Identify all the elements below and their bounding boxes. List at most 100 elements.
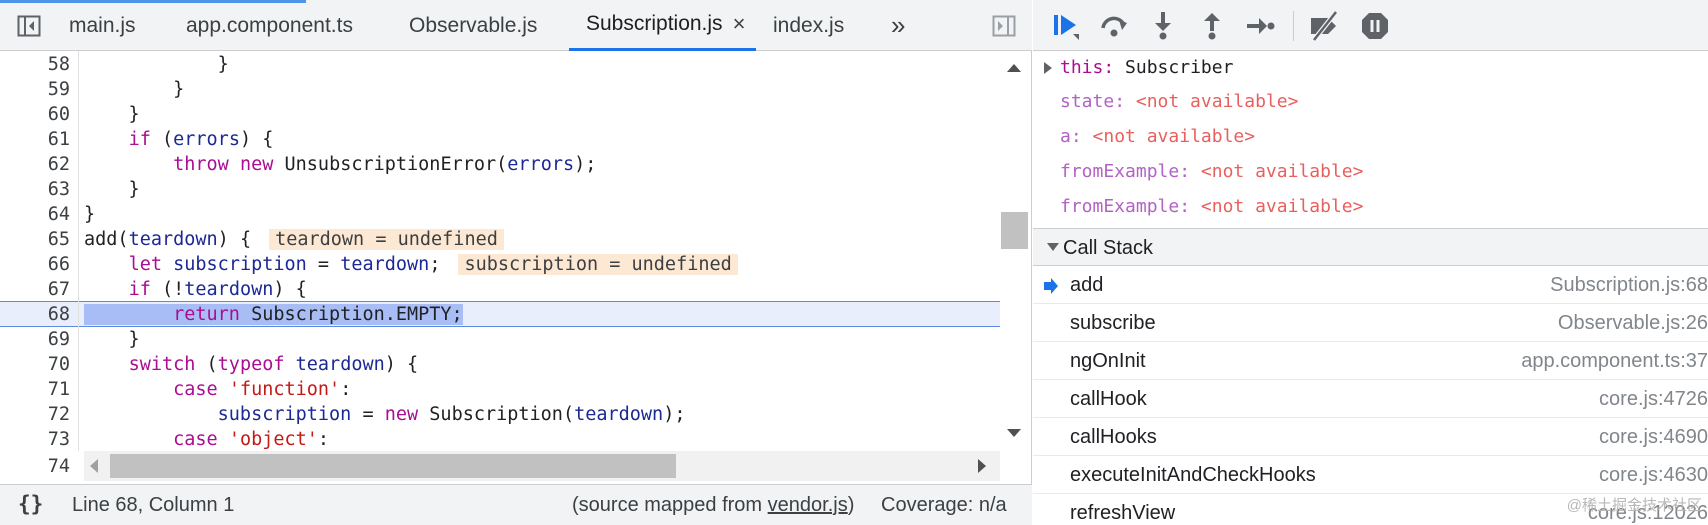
code-editor[interactable]: 58 } 59 } 60 } 61 if (errors) { 62 throw… xyxy=(0,51,1002,451)
scope-key: this xyxy=(1060,57,1104,78)
source-map-suffix: ) xyxy=(847,494,855,516)
code-line[interactable]: 67 if (!teardown) { xyxy=(0,277,1002,302)
horizontal-scrollbar[interactable] xyxy=(84,451,1000,481)
code-line[interactable]: 70 switch (typeof teardown) { xyxy=(0,352,1002,377)
code-text: throw new UnsubscriptionError(errors); xyxy=(173,154,597,175)
line-number[interactable]: 62 xyxy=(0,152,70,177)
call-frame[interactable]: subscribe Observable.js:26 xyxy=(1033,304,1708,342)
line-number[interactable]: 73 xyxy=(0,427,70,451)
scope-property-row[interactable]: fromExample: <not available> xyxy=(1060,190,1363,224)
frame-function: refreshView xyxy=(1070,502,1176,524)
source-map-prefix: (source mapped from xyxy=(572,494,768,516)
toggle-debugger-icon[interactable] xyxy=(987,9,1021,43)
call-stack-list: add Subscription.js:68 subscribe Observab… xyxy=(1033,266,1708,525)
line-number[interactable]: 60 xyxy=(0,102,70,127)
resume-icon[interactable] xyxy=(1049,8,1085,44)
step-over-icon[interactable] xyxy=(1096,8,1132,44)
scrollbar-thumb[interactable] xyxy=(110,454,676,478)
line-number[interactable]: 61 xyxy=(0,127,70,152)
code-text: } xyxy=(84,104,140,125)
code-line[interactable]: 74 xyxy=(0,452,84,482)
pause-on-exceptions-icon[interactable] xyxy=(1357,8,1393,44)
toggle-navigator-icon[interactable] xyxy=(12,9,46,43)
call-stack-title: Call Stack xyxy=(1063,237,1154,259)
line-number[interactable]: 68 xyxy=(0,302,70,327)
more-tabs-icon[interactable]: » xyxy=(891,0,905,51)
scope-key: fromExample xyxy=(1060,196,1180,217)
vertical-scrollbar[interactable] xyxy=(1000,51,1031,451)
scope-value: <not available> xyxy=(1135,91,1299,112)
code-line[interactable]: 61 if (errors) { xyxy=(0,127,1002,152)
code-line[interactable]: 58 } xyxy=(0,52,1002,77)
pretty-print-icon[interactable]: {} xyxy=(18,492,43,516)
tab-observable-js[interactable]: Observable.js xyxy=(409,0,537,51)
frame-location[interactable]: core.js:4690 xyxy=(1599,426,1708,449)
code-line[interactable]: 63 } xyxy=(0,177,1002,202)
code-line[interactable]: 62 throw new UnsubscriptionError(errors)… xyxy=(0,152,1002,177)
line-number[interactable]: 65 xyxy=(0,227,70,252)
code-text: switch (typeof teardown) { xyxy=(128,354,419,375)
call-frame[interactable]: callHook core.js:4726 xyxy=(1033,380,1708,418)
frame-location[interactable]: core.js:4630 xyxy=(1599,464,1708,487)
line-number[interactable]: 59 xyxy=(0,77,70,102)
deactivate-breakpoints-icon[interactable] xyxy=(1307,8,1343,44)
collapse-triangle-icon[interactable] xyxy=(1047,243,1059,251)
line-number[interactable]: 70 xyxy=(0,352,70,377)
line-number[interactable]: 72 xyxy=(0,402,70,427)
scroll-down-icon[interactable] xyxy=(1007,429,1021,437)
line-number[interactable]: 74 xyxy=(0,452,70,482)
frame-location[interactable]: app.component.ts:37 xyxy=(1521,350,1708,373)
line-number[interactable]: 63 xyxy=(0,177,70,202)
expand-triangle-icon[interactable] xyxy=(1044,62,1052,74)
frame-function: subscribe xyxy=(1070,312,1156,334)
call-frame[interactable]: callHooks core.js:4690 xyxy=(1033,418,1708,456)
scope-property-row[interactable]: a: <not available> xyxy=(1060,120,1255,154)
step-out-icon[interactable] xyxy=(1194,8,1230,44)
code-text: } xyxy=(84,204,96,225)
step-into-icon[interactable] xyxy=(1145,8,1181,44)
call-frame[interactable]: executeInitAndCheckHooks core.js:4630 xyxy=(1033,456,1708,494)
tab-index-js[interactable]: index.js xyxy=(773,0,844,51)
code-line[interactable]: 72 subscription = new Subscription(teard… xyxy=(0,402,1002,427)
line-number[interactable]: 58 xyxy=(0,52,70,77)
code-line[interactable]: 64} xyxy=(0,202,1002,227)
code-line[interactable]: 71 case 'function': xyxy=(0,377,1002,402)
code-line[interactable]: 60 } xyxy=(0,102,1002,127)
code-line[interactable]: 69 } xyxy=(0,327,1002,352)
code-line[interactable]: 59 } xyxy=(0,77,1002,102)
code-text: case 'object': xyxy=(173,429,330,450)
scope-property-row[interactable]: state: <not available> xyxy=(1060,85,1298,119)
code-line[interactable]: 66 let subscription = teardown; subscript… xyxy=(0,252,1002,277)
scope-property-row[interactable]: fromExample: <not available> xyxy=(1060,155,1363,189)
source-map-link[interactable]: vendor.js xyxy=(768,494,848,516)
line-number[interactable]: 67 xyxy=(0,277,70,302)
call-frame[interactable]: ngOnInit app.component.ts:37 xyxy=(1033,342,1708,380)
frame-location[interactable]: core.js:4726 xyxy=(1599,388,1708,411)
code-line[interactable]: 73 case 'object': xyxy=(0,427,1002,451)
tab-label: index.js xyxy=(773,13,845,37)
debugger-toolbar xyxy=(1033,0,1708,51)
source-map-info: (source mapped from vendor.js) xyxy=(572,494,854,517)
call-frame-current[interactable]: add Subscription.js:68 xyxy=(1033,266,1708,304)
line-number[interactable]: 69 xyxy=(0,327,70,352)
scrollbar-thumb[interactable] xyxy=(1001,212,1028,249)
editor-tab-bar: main.js app.component.ts Observable.js S… xyxy=(0,0,1032,51)
scroll-right-icon[interactable] xyxy=(978,459,986,473)
line-number[interactable]: 66 xyxy=(0,252,70,277)
tab-app-component-ts[interactable]: app.component.ts xyxy=(186,0,353,51)
frame-location[interactable]: Observable.js:26 xyxy=(1558,312,1708,335)
scope-this-row[interactable]: this: Subscriber xyxy=(1044,51,1233,85)
close-tab-icon[interactable]: × xyxy=(733,11,746,37)
scroll-up-icon[interactable] xyxy=(1007,64,1021,72)
code-text: } xyxy=(84,54,229,75)
tab-main-js[interactable]: main.js xyxy=(69,0,136,51)
current-execution-line[interactable]: 68 return Subscription.EMPTY; xyxy=(0,301,1002,327)
call-stack-header[interactable]: Call Stack xyxy=(1033,228,1708,266)
step-icon[interactable] xyxy=(1243,8,1279,44)
line-number[interactable]: 71 xyxy=(0,377,70,402)
tab-subscription-js[interactable]: Subscription.js × xyxy=(569,0,756,51)
frame-location[interactable]: Subscription.js:68 xyxy=(1550,274,1708,297)
code-line[interactable]: 65 add(teardown) {teardown = undefined xyxy=(0,227,1002,252)
line-number[interactable]: 64 xyxy=(0,202,70,227)
scroll-left-icon[interactable] xyxy=(90,459,98,473)
